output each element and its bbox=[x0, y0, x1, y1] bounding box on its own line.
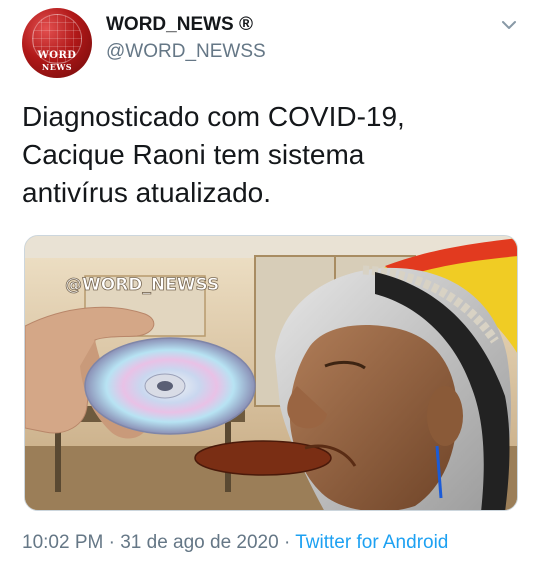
cd-hole bbox=[157, 381, 173, 391]
tweet-meta: 10:02 PM · 31 de ago de 2020 · Twitter f… bbox=[22, 532, 448, 554]
tweet-card: WORD NEWS WORD_NEWS ® @WORD_NEWSS Diagno… bbox=[0, 0, 540, 568]
media-watermark: @WORD_NEWSS bbox=[65, 275, 219, 295]
avatar[interactable]: WORD NEWS bbox=[22, 8, 92, 78]
tweet-text-line: Cacique Raoni tem sistema bbox=[22, 139, 365, 170]
tweet-header: WORD NEWS WORD_NEWS ® @WORD_NEWSS bbox=[22, 8, 522, 78]
media-illustration: @WORD_NEWSS bbox=[25, 236, 517, 510]
ear bbox=[427, 386, 463, 446]
tweet-media-image[interactable]: @WORD_NEWSS bbox=[24, 235, 518, 511]
tweet-text: Diagnosticado com COVID-19, Cacique Raon… bbox=[22, 98, 522, 212]
display-name[interactable]: WORD_NEWS ® bbox=[106, 14, 253, 36]
meta-separator: · bbox=[278, 532, 296, 553]
user-handle[interactable]: @WORD_NEWSS bbox=[106, 41, 266, 63]
tweet-timestamp[interactable]: 10:02 PM · 31 de ago de 2020 bbox=[22, 532, 279, 553]
chevron-down-icon[interactable] bbox=[498, 14, 520, 36]
tweet-text-line: Diagnosticado com COVID-19, bbox=[22, 101, 405, 132]
avatar-logo-subtext: NEWS bbox=[41, 62, 73, 72]
tweet-source-link[interactable]: Twitter for Android bbox=[295, 532, 448, 553]
tweet-text-line: antivírus atualizado. bbox=[22, 177, 272, 208]
avatar-logo-text: WORD bbox=[37, 50, 77, 61]
